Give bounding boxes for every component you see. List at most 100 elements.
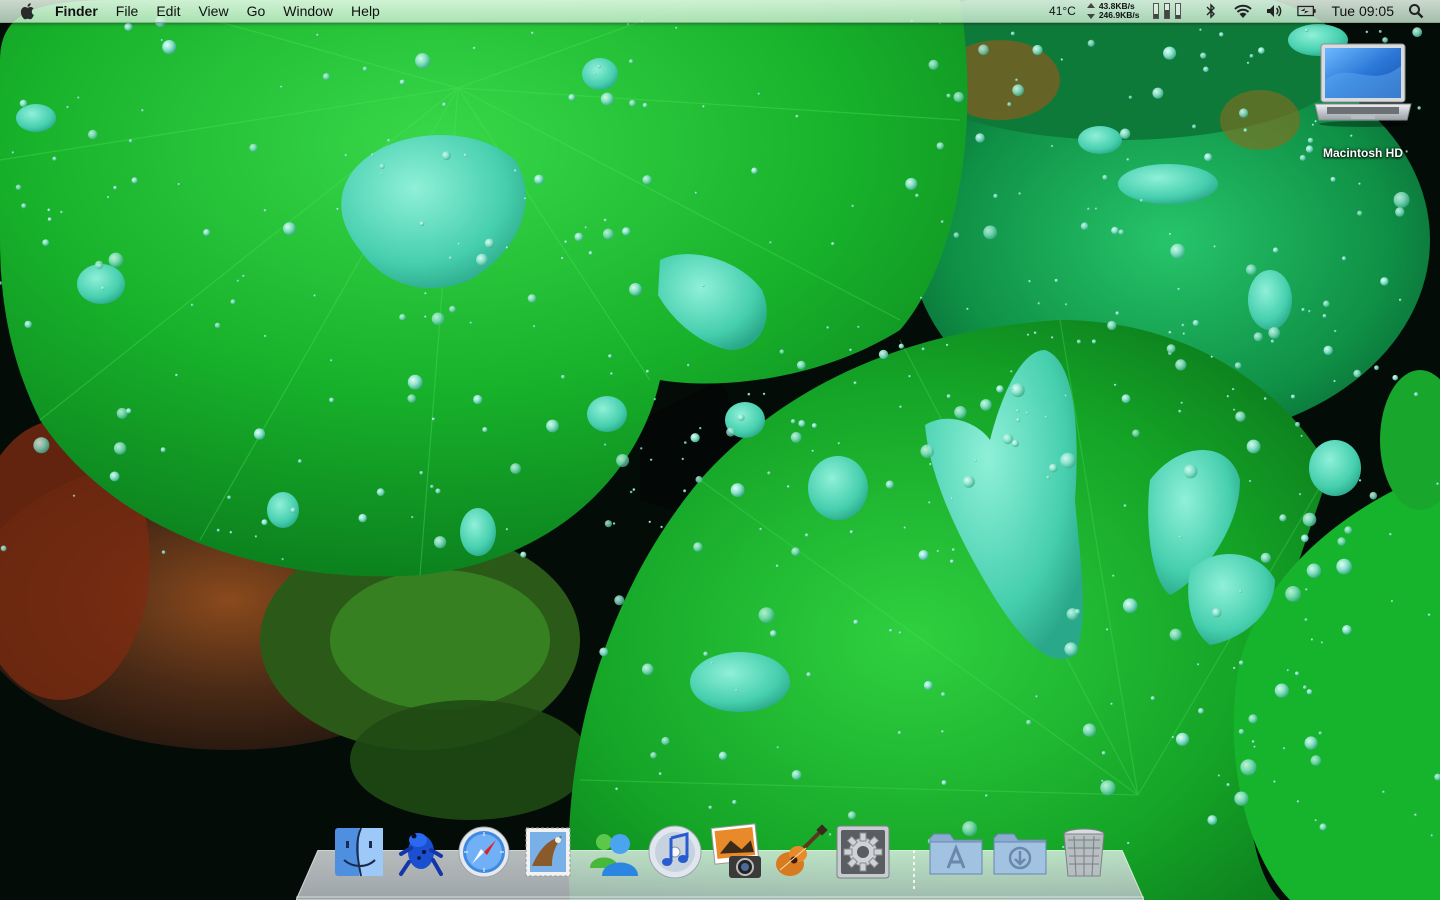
dew-drop — [1122, 598, 1138, 613]
dew-drop — [1051, 336, 1054, 339]
menu-window[interactable]: Window — [274, 0, 342, 22]
menu-help[interactable]: Help — [342, 0, 389, 22]
dock-item-iphoto[interactable] — [707, 822, 767, 882]
dew-drop — [261, 519, 268, 526]
battery-icon[interactable] — [1297, 2, 1317, 20]
menu-edit[interactable]: Edit — [147, 0, 189, 22]
dew-drop — [941, 780, 947, 786]
dew-drop — [574, 232, 584, 242]
dew-drop — [399, 79, 405, 85]
dew-drop — [141, 109, 144, 112]
dew-drop — [322, 73, 330, 81]
dew-drop — [1107, 320, 1117, 331]
dew-drop — [584, 226, 587, 229]
spotlight-search-icon[interactable] — [1406, 1, 1426, 21]
dock-items — [296, 820, 1144, 889]
dock-item-garageband[interactable] — [770, 822, 830, 882]
volume-icon[interactable] — [1265, 2, 1285, 20]
dew-drop — [264, 334, 267, 338]
dew-drop — [950, 559, 954, 564]
menu-app-finder[interactable]: Finder — [53, 0, 107, 22]
dew-drop — [47, 208, 51, 212]
dew-drop — [757, 92, 761, 96]
cpu-meter-icon — [1153, 3, 1160, 19]
dock-item-safari[interactable] — [454, 822, 514, 882]
dew-drop — [629, 490, 633, 494]
dew-drop — [1306, 563, 1322, 578]
dew-drop — [177, 183, 181, 186]
dew-drop — [113, 185, 117, 190]
activity-meters[interactable] — [1153, 3, 1182, 19]
dew-drop — [1101, 779, 1104, 783]
dew-drop — [19, 99, 28, 108]
dew-drop — [941, 692, 946, 697]
dew-drop — [946, 343, 949, 347]
dew-drop — [853, 619, 859, 625]
dew-drop — [974, 459, 977, 462]
dew-drop — [1323, 300, 1330, 308]
dew-drop — [1028, 280, 1031, 283]
dew-drop — [430, 484, 434, 489]
dew-drop — [1323, 345, 1333, 355]
dew-drop — [1374, 365, 1379, 371]
dew-drop — [790, 419, 796, 424]
dew-drop — [798, 420, 806, 427]
dew-drop — [1015, 78, 1018, 82]
laptop-icon — [1314, 43, 1412, 127]
dew-drop — [1234, 791, 1249, 806]
dew-drop — [1358, 182, 1361, 185]
dew-drop — [1178, 409, 1182, 413]
dew-drop — [1251, 740, 1255, 743]
dew-drop — [703, 651, 708, 657]
dew-drop — [1258, 47, 1265, 54]
dew-drop — [476, 253, 489, 266]
menu-file[interactable]: File — [107, 0, 148, 22]
dew-drop — [128, 139, 133, 143]
dew-drop — [795, 114, 799, 118]
dew-drop — [1427, 613, 1431, 617]
desktop-icon-macintosh-hd[interactable]: Macintosh HD — [1306, 40, 1420, 168]
dew-drop — [1210, 355, 1214, 358]
dew-drop — [918, 550, 929, 561]
dew-drop — [1128, 95, 1133, 100]
dew-drop — [190, 303, 194, 307]
dew-drop — [77, 96, 80, 99]
dew-drop — [1192, 124, 1197, 129]
menu-view[interactable]: View — [189, 0, 237, 22]
dew-drop — [131, 177, 138, 184]
dew-drop — [853, 381, 857, 385]
dew-drop — [759, 527, 762, 531]
network-monitor[interactable]: 43.8KB/s 246.9KB/s — [1086, 2, 1139, 20]
dew-drop — [1087, 39, 1095, 47]
dock-item-finder[interactable] — [329, 822, 389, 882]
dew-drop — [681, 457, 684, 461]
dew-drop — [1365, 30, 1369, 34]
wifi-icon[interactable] — [1233, 2, 1253, 20]
menu-clock[interactable]: Tue 09:05 — [1331, 3, 1394, 19]
dew-drop — [588, 251, 593, 255]
dew-drop — [1285, 586, 1301, 602]
dock-item-mail[interactable] — [518, 822, 578, 882]
dew-drop — [546, 419, 559, 433]
dock-item-trash[interactable] — [1054, 822, 1114, 882]
dew-drop — [1369, 491, 1378, 500]
dew-drop — [1296, 800, 1300, 803]
dew-drop — [978, 44, 989, 56]
bluetooth-icon[interactable] — [1201, 2, 1221, 20]
apple-menu-icon[interactable] — [17, 0, 39, 22]
dew-drop — [779, 349, 785, 355]
dock-item-system-preferences[interactable] — [833, 822, 893, 882]
dock-item-messenger[interactable] — [584, 822, 644, 882]
dock-item-downloads-folder[interactable] — [990, 822, 1050, 882]
dew-drop — [1358, 479, 1362, 482]
menu-go[interactable]: Go — [238, 0, 275, 22]
dew-drop — [441, 151, 451, 161]
dock-item-frog-app[interactable] — [391, 822, 451, 882]
dock-item-applications-folder[interactable] — [926, 822, 986, 882]
dock-item-itunes[interactable] — [645, 822, 705, 882]
dew-drop — [1304, 618, 1308, 622]
dew-drop — [962, 475, 975, 488]
dew-drop — [1064, 394, 1068, 397]
dew-drop — [1322, 314, 1327, 318]
temperature-readout[interactable]: 41°C — [1049, 4, 1076, 18]
